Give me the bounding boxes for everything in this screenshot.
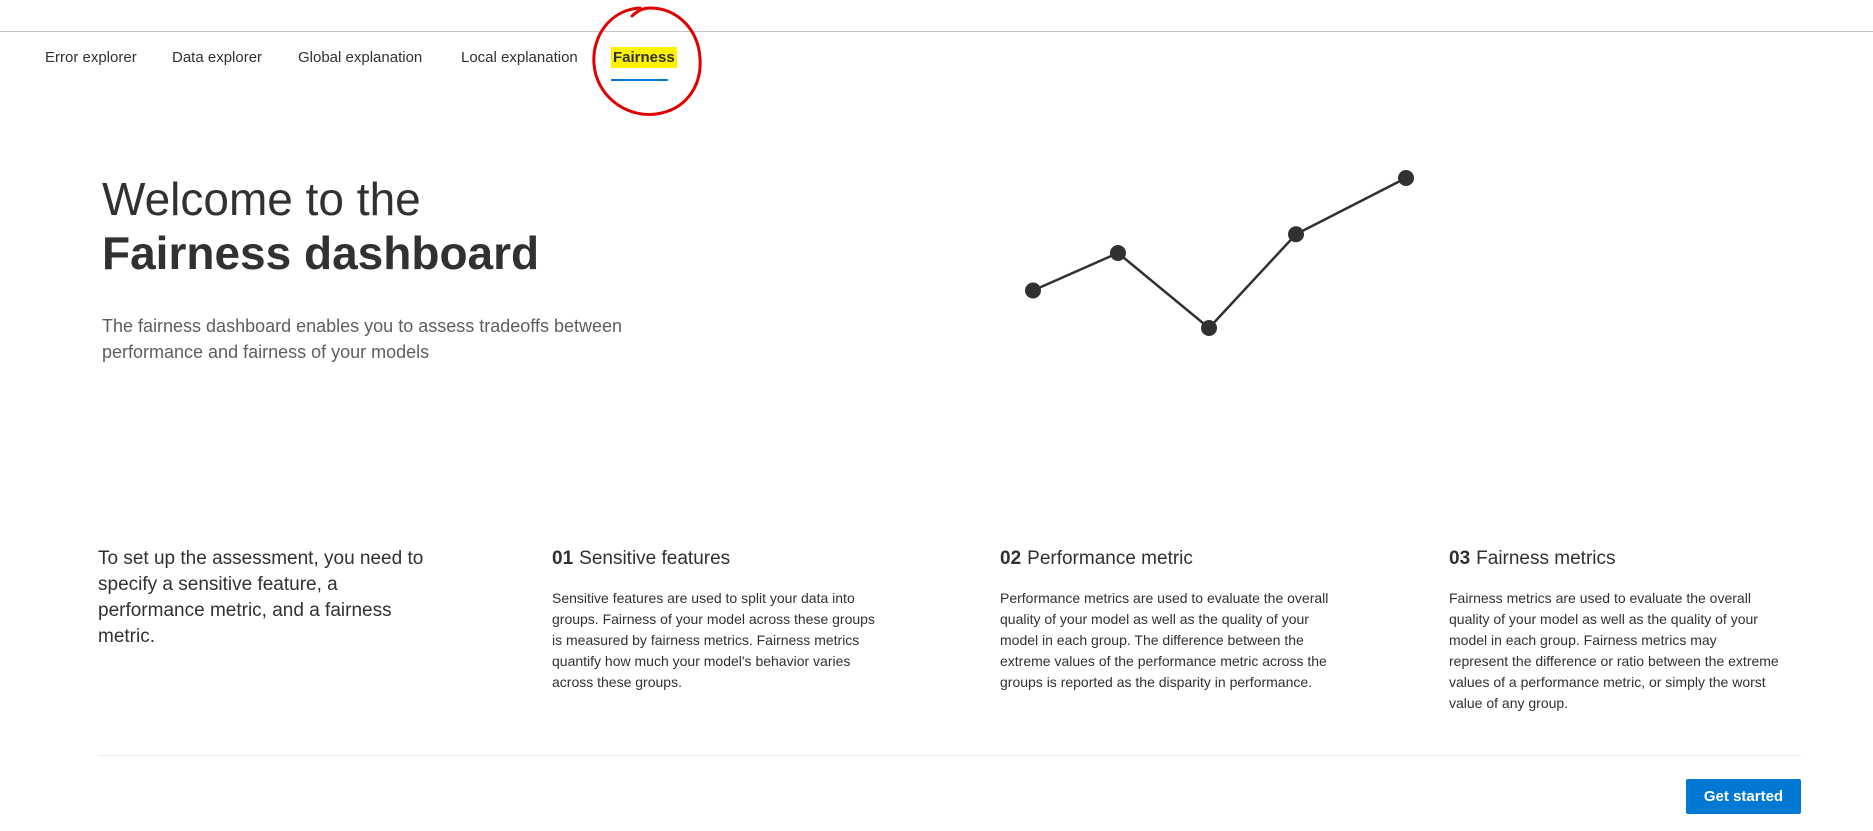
step-description: Sensitive features are used to split you…: [552, 590, 875, 690]
step-performance-metric: 02 Performance metric Performance metrics…: [1000, 546, 1340, 693]
decor-line-segment: [1032, 251, 1119, 292]
step-number: 02: [1000, 548, 1022, 569]
tab-global-explanation[interactable]: Global explanation: [298, 48, 422, 68]
decor-point: [1201, 320, 1217, 336]
decor-line-segment: [1208, 233, 1297, 329]
decor-point: [1398, 170, 1414, 186]
decor-point: [1288, 226, 1304, 243]
top-divider: [0, 31, 1873, 32]
hero-title-dashboard: Fairness dashboard: [102, 227, 540, 279]
step-title: 02 Performance metric: [1000, 546, 1340, 572]
step-number: 01: [552, 548, 574, 569]
hero-title-welcome: Welcome to the: [102, 173, 421, 225]
decorative-line-chart: [1025, 170, 1414, 336]
decor-point: [1110, 245, 1126, 261]
setup-intro-text: To set up the assessment, you need to sp…: [98, 548, 424, 647]
step-title-text: Sensitive features: [579, 548, 731, 569]
fairness-dashboard-page: Error explorer Data explorer Global expl…: [0, 0, 1873, 831]
tab-error-explorer[interactable]: Error explorer: [45, 48, 137, 68]
selected-tab-indicator: [611, 79, 668, 81]
step-title: 03 Fairness metrics: [1449, 546, 1789, 572]
tab-data-explorer[interactable]: Data explorer: [172, 48, 262, 68]
decor-point: [1025, 282, 1041, 299]
tab-local-explanation[interactable]: Local explanation: [461, 48, 578, 68]
tab-fairness[interactable]: Fairness: [605, 44, 683, 72]
step-sensitive-features: 01 Sensitive features Sensitive features …: [552, 546, 892, 693]
step-title: 01 Sensitive features: [552, 546, 892, 572]
decor-line-segment: [1117, 252, 1210, 329]
step-description: Performance metrics are used to evaluate…: [1000, 590, 1329, 690]
footer-divider: [98, 755, 1801, 756]
step-fairness-metrics: 03 Fairness metrics Fairness metrics are …: [1449, 546, 1789, 714]
step-number: 03: [1449, 548, 1471, 569]
step-title-text: Fairness metrics: [1476, 548, 1616, 569]
decor-line-segment: [1295, 176, 1407, 236]
get-started-button[interactable]: Get started: [1686, 779, 1801, 814]
tab-fairness-label: Fairness: [611, 47, 677, 68]
step-title-text: Performance metric: [1027, 548, 1193, 569]
hero-description: The fairness dashboard enables you to as…: [102, 316, 622, 362]
step-description: Fairness metrics are used to evaluate th…: [1449, 590, 1779, 711]
dashboard-tabs: Error explorer Data explorer Global expl…: [0, 36, 1000, 84]
